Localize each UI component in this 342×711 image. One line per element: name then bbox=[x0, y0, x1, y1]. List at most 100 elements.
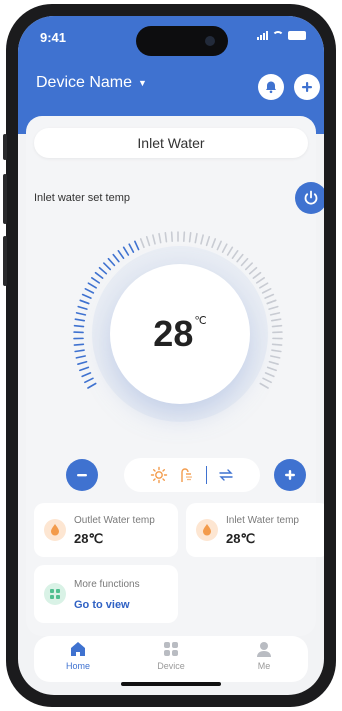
mode-label: Inlet Water bbox=[137, 135, 205, 151]
dial-tick bbox=[269, 312, 281, 316]
outlet-temp-card[interactable]: Outlet Water temp 28℃ bbox=[34, 503, 178, 557]
dial-tick bbox=[271, 349, 282, 353]
dial-tick bbox=[270, 318, 282, 322]
mode-strip bbox=[124, 458, 260, 492]
tab-device-label: Device bbox=[157, 661, 185, 671]
dial-tick bbox=[122, 246, 130, 256]
add-device-button[interactable] bbox=[294, 74, 320, 100]
dial-tick bbox=[216, 240, 222, 251]
tab-me[interactable]: Me bbox=[234, 640, 294, 671]
tab-me-label: Me bbox=[257, 661, 271, 671]
dial-tick bbox=[87, 282, 97, 289]
dial-tick bbox=[73, 343, 85, 346]
temperature-display: 28 ℃ bbox=[110, 264, 250, 404]
power-icon bbox=[304, 190, 318, 205]
dial-tick bbox=[87, 382, 97, 389]
dial-tick bbox=[158, 232, 162, 244]
set-temp-value: 28 bbox=[153, 313, 194, 354]
dial-tick bbox=[77, 305, 88, 310]
decrease-temp-button[interactable] bbox=[66, 459, 98, 491]
dial-tick bbox=[79, 366, 90, 372]
dial-tick bbox=[103, 262, 112, 271]
dial-tick bbox=[145, 236, 151, 247]
dial-tick bbox=[73, 324, 85, 328]
home-icon bbox=[71, 642, 85, 656]
battery-icon bbox=[288, 31, 306, 40]
outlet-temp-title: Outlet Water temp bbox=[74, 515, 155, 526]
dial-tick bbox=[164, 231, 168, 243]
increase-temp-button[interactable] bbox=[274, 459, 306, 491]
inlet-temp-card[interactable]: Inlet Water temp 28℃ bbox=[186, 503, 324, 557]
inlet-temp-title: Inlet Water temp bbox=[226, 515, 299, 526]
dial-tick bbox=[205, 236, 211, 247]
dial-tick bbox=[270, 355, 281, 359]
dial-tick bbox=[170, 231, 174, 242]
dial-tick bbox=[271, 324, 283, 328]
dial-tick bbox=[266, 299, 277, 305]
dial-tick bbox=[94, 271, 104, 279]
dial-tick bbox=[81, 293, 92, 299]
dial-tick bbox=[194, 232, 198, 244]
sun-icon[interactable] bbox=[150, 466, 168, 484]
dial-tick bbox=[84, 287, 95, 294]
dial-tick bbox=[77, 360, 88, 365]
device-selector[interactable]: Device Name ▼ bbox=[36, 74, 147, 92]
divider bbox=[205, 466, 207, 484]
tab-device[interactable]: Device bbox=[141, 640, 201, 671]
dial-tick bbox=[75, 312, 87, 316]
signal-icon bbox=[257, 31, 268, 40]
device-name-label: Device Name bbox=[36, 74, 133, 91]
dial-tick bbox=[79, 299, 90, 305]
dial-tick bbox=[200, 234, 204, 245]
swap-arrows-icon[interactable] bbox=[217, 466, 235, 484]
dial-tick bbox=[264, 372, 275, 378]
shower-icon[interactable] bbox=[178, 466, 196, 484]
dial-tick bbox=[112, 253, 120, 263]
plus-icon bbox=[285, 470, 295, 480]
dial-tick bbox=[221, 243, 228, 253]
dial-tick bbox=[259, 282, 269, 289]
notification-button[interactable] bbox=[258, 74, 284, 100]
set-temp-label: Inlet water set temp bbox=[34, 192, 130, 204]
mode-selector[interactable]: Inlet Water bbox=[34, 128, 308, 158]
dial-tick bbox=[139, 238, 145, 249]
more-functions-card[interactable]: More functions Go to view bbox=[34, 565, 178, 623]
set-temp-unit: ℃ bbox=[194, 314, 207, 327]
dial-tick bbox=[231, 250, 239, 259]
dial-tick bbox=[74, 349, 85, 353]
dial-tick bbox=[255, 277, 266, 284]
tab-bar: Home Device Me bbox=[34, 636, 308, 682]
power-button[interactable] bbox=[295, 182, 324, 214]
status-time: 9:41 bbox=[40, 30, 67, 45]
outlet-temp-value: 28℃ bbox=[74, 531, 104, 546]
grid-icon bbox=[164, 642, 178, 656]
dial-tick bbox=[128, 243, 135, 253]
inlet-temp-value: 28℃ bbox=[226, 531, 256, 546]
go-to-view-link[interactable]: Go to view bbox=[74, 599, 130, 611]
bell-icon bbox=[266, 81, 276, 94]
grid-icon bbox=[44, 583, 66, 605]
dial-tick bbox=[236, 253, 244, 263]
app-screen: 9:41 Device Name ▼ Inlet Water Inlet wat… bbox=[18, 16, 324, 695]
dial-tick bbox=[226, 246, 234, 256]
home-indicator bbox=[121, 682, 221, 686]
person-icon bbox=[257, 642, 271, 657]
dial-tick bbox=[259, 382, 269, 389]
wifi-icon bbox=[272, 31, 284, 40]
dial-tick bbox=[75, 355, 86, 359]
more-functions-title: More functions bbox=[74, 579, 140, 590]
dial-tick bbox=[264, 293, 275, 299]
dial-tick bbox=[188, 231, 192, 243]
dial-tick bbox=[152, 234, 156, 245]
dial-tick bbox=[252, 271, 262, 279]
dial-tick bbox=[134, 240, 140, 251]
dial-tick bbox=[271, 343, 283, 346]
dial-tick bbox=[268, 360, 279, 365]
dial-tick bbox=[107, 257, 116, 267]
dial-tick bbox=[98, 266, 108, 275]
dial-tick bbox=[90, 277, 101, 284]
chevron-down-icon: ▼ bbox=[138, 78, 147, 88]
dial-tick bbox=[261, 287, 272, 294]
tab-home[interactable]: Home bbox=[48, 640, 108, 671]
dial-tick bbox=[262, 377, 272, 384]
